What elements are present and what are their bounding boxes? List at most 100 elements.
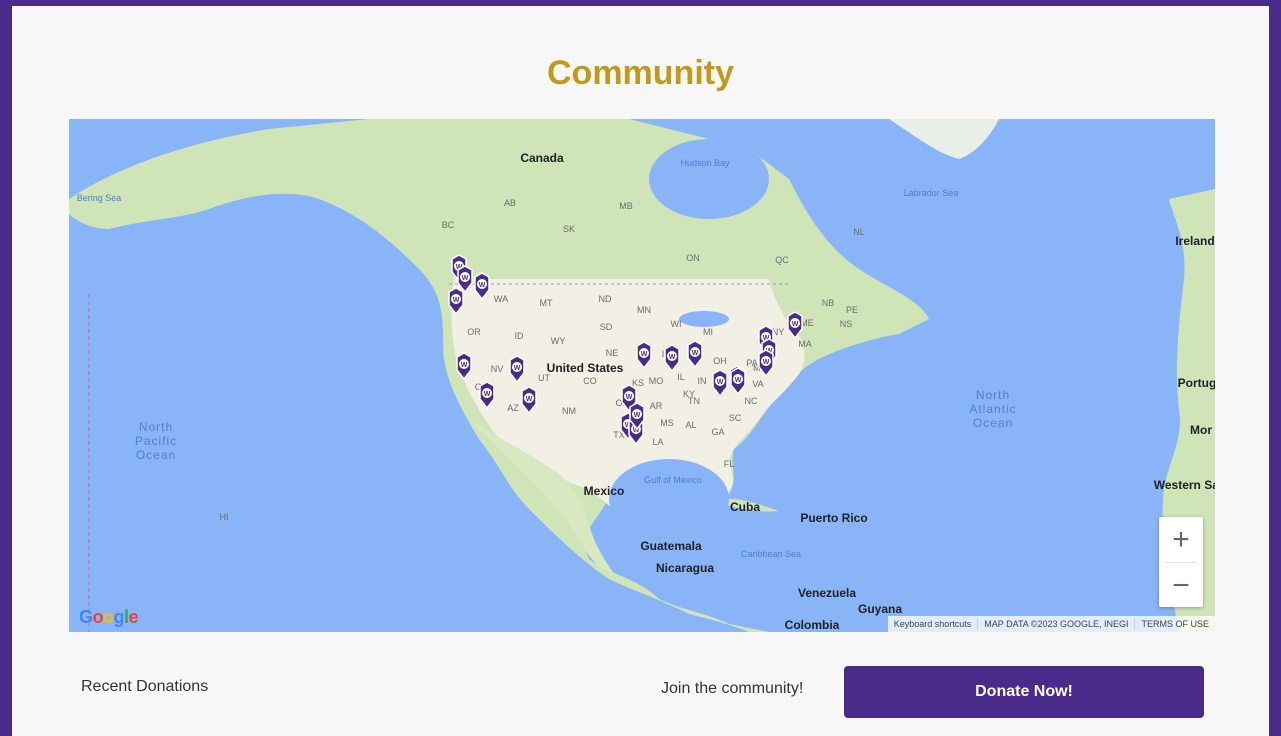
region-label: QC	[775, 255, 789, 265]
region-label: WI	[670, 319, 682, 329]
community-card: Community Canada United States Mexico Cu…	[12, 6, 1269, 736]
region-label: HI	[219, 512, 229, 522]
svg-text:W: W	[763, 359, 770, 366]
country-label: Mexico	[583, 484, 625, 498]
svg-text:W: W	[626, 394, 633, 401]
svg-text:W: W	[479, 282, 486, 289]
svg-text:W: W	[669, 354, 676, 361]
donation-marker[interactable]: W	[786, 311, 804, 339]
country-label: Nicaragua	[655, 561, 715, 575]
terms-of-use-link[interactable]: TERMS OF USE	[1134, 619, 1215, 629]
sea-label: Hudson Bay	[680, 158, 730, 168]
donation-marker[interactable]: W	[757, 349, 775, 377]
zoom-in-button[interactable]: +	[1159, 517, 1203, 562]
region-label: LA	[652, 437, 664, 447]
ocean-label: North Pacific Ocean	[134, 420, 178, 462]
donation-marker[interactable]: W	[520, 386, 538, 414]
svg-text:W: W	[641, 351, 648, 358]
region-label: NB	[821, 298, 835, 308]
region-label: NL	[853, 227, 865, 237]
country-label: Canada	[520, 151, 564, 165]
region-label: AZ	[507, 403, 519, 413]
country-label: Mor	[1190, 423, 1212, 437]
region-label: NS	[839, 319, 853, 329]
donation-marker[interactable]: W	[508, 355, 526, 383]
region-label: MT	[539, 298, 553, 308]
region-label: NC	[744, 396, 758, 406]
zoom-out-button[interactable]: −	[1159, 563, 1203, 608]
region-label: SC	[728, 413, 742, 423]
region-label: OH	[713, 356, 727, 366]
svg-text:W: W	[735, 377, 742, 384]
map-base	[69, 119, 1215, 632]
region-label: MS	[660, 418, 674, 428]
region-label: AB	[503, 198, 517, 208]
region-label: ON	[686, 253, 700, 263]
map-data-credit: MAP DATA ©2023 GOOGLE, INEGI	[977, 619, 1134, 629]
recent-donations-label[interactable]: Recent Donations	[81, 678, 208, 696]
donation-marker[interactable]: W	[711, 369, 729, 397]
donation-marker[interactable]: W	[478, 381, 496, 409]
svg-text:W: W	[461, 362, 468, 369]
donation-marker[interactable]: W	[628, 402, 646, 430]
region-label: FL	[723, 459, 735, 469]
svg-text:W: W	[484, 391, 491, 398]
google-logo: Google	[79, 607, 139, 627]
keyboard-shortcuts-link[interactable]: Keyboard shortcuts	[888, 619, 978, 629]
country-label: Portug	[1177, 376, 1215, 390]
donation-marker[interactable]: W	[729, 367, 747, 395]
page-title: Community	[547, 54, 734, 92]
svg-text:W: W	[453, 297, 460, 304]
sea-label: Caribbean Sea	[740, 549, 802, 559]
region-label: IL	[677, 372, 685, 382]
region-label: PE	[845, 305, 859, 315]
svg-text:W: W	[514, 365, 521, 372]
region-label: VA	[752, 379, 764, 389]
region-label: AL	[685, 420, 697, 430]
country-label: Guatemala	[640, 539, 702, 553]
sea-label: Gulf of Mexico	[644, 475, 702, 485]
donate-now-button[interactable]: Donate Now!	[844, 666, 1204, 718]
zoom-controls: + −	[1159, 517, 1203, 607]
region-label: TN	[688, 396, 700, 406]
donation-marker[interactable]: W	[686, 340, 704, 368]
donation-marker[interactable]: W	[635, 341, 653, 369]
region-label: NM	[562, 406, 576, 416]
svg-text:W: W	[692, 350, 699, 357]
svg-text:W: W	[526, 396, 533, 403]
donation-marker[interactable]: W	[455, 352, 473, 380]
donation-marker[interactable]: W	[663, 344, 681, 372]
region-label: MB	[619, 201, 633, 211]
region-label: SK	[562, 224, 576, 234]
country-label: Guyana	[857, 602, 903, 616]
sea-label: Labrador Sea	[903, 188, 959, 198]
country-label: Venezuela	[797, 586, 857, 600]
country-label: United States	[546, 361, 624, 375]
region-label: SD	[599, 322, 613, 332]
region-label: WA	[493, 294, 509, 304]
country-label: Western Sahara	[1153, 478, 1215, 492]
donation-marker[interactable]: W	[473, 272, 491, 300]
region-label: UT	[538, 373, 550, 383]
map-attribution: Keyboard shortcuts MAP DATA ©2023 GOOGLE…	[887, 616, 1215, 632]
region-label: GA	[711, 427, 725, 437]
region-label: IN	[697, 376, 707, 386]
region-label: MO	[648, 376, 664, 386]
region-label: NE	[605, 348, 619, 358]
country-label: Colombia	[784, 618, 840, 632]
svg-text:W: W	[462, 275, 469, 282]
country-label: Puerto Rico	[800, 511, 868, 525]
region-label: BC	[441, 220, 455, 230]
region-label: AR	[649, 401, 663, 411]
donation-marker[interactable]: W	[447, 287, 465, 315]
region-label: MA	[798, 339, 812, 349]
map[interactable]: Canada United States Mexico Cuba Puerto Rico…	[69, 119, 1215, 632]
svg-text:W: W	[792, 321, 799, 328]
region-label: WY	[550, 336, 566, 346]
region-label: OR	[467, 327, 481, 337]
ocean-label: North Atlantic Ocean	[969, 388, 1017, 430]
region-label: ID	[514, 331, 524, 341]
region-label: CO	[583, 376, 597, 386]
country-label: Ireland	[1175, 234, 1215, 248]
join-community-text: Join the community!	[661, 680, 804, 697]
